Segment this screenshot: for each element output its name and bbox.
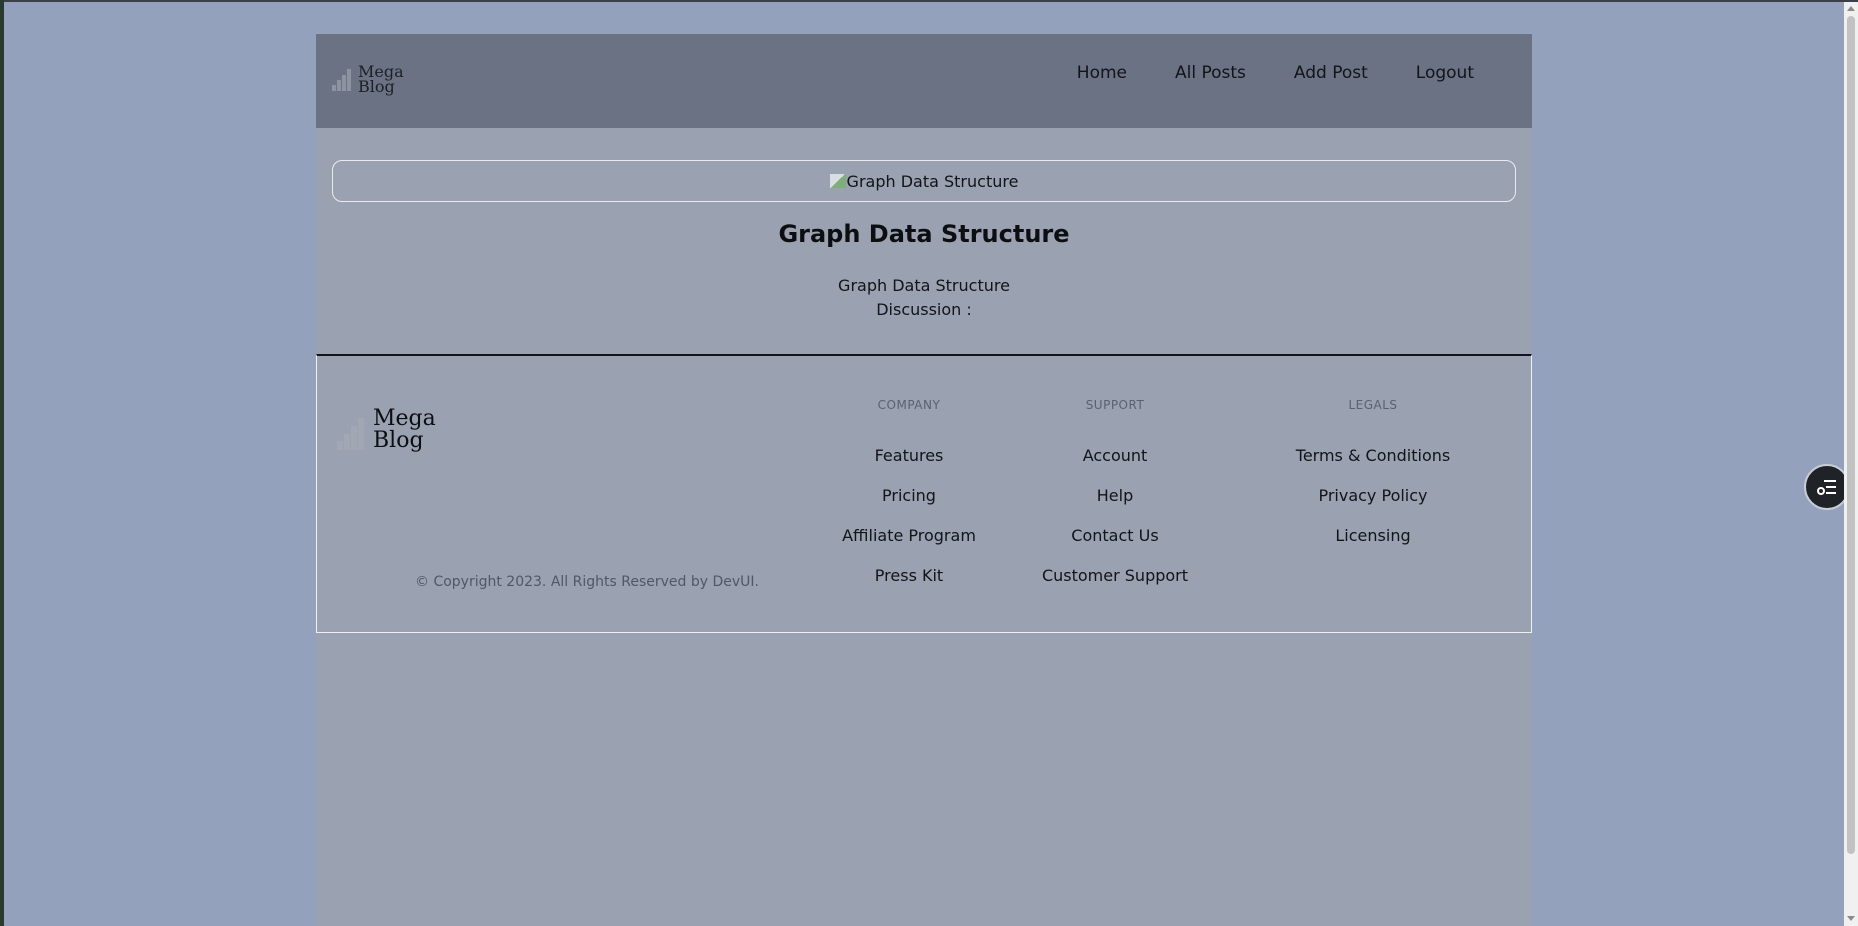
site-footer: Mega Blog © Copyright 2023. All Rights R…: [316, 354, 1532, 633]
copyright-text: © Copyright 2023. All Rights Reserved by…: [415, 574, 759, 590]
footer-link-customer-support[interactable]: Customer Support: [1027, 566, 1203, 606]
footer-column-support: SUPPORT Account Help Contact Us Customer…: [1027, 398, 1203, 606]
scroll-up-icon[interactable]: [1847, 6, 1855, 11]
nav-all-posts[interactable]: All Posts: [1151, 55, 1270, 91]
logo-text: Mega Blog: [358, 62, 404, 96]
list-settings-icon: [1817, 480, 1836, 495]
footer-logo[interactable]: Mega Blog: [337, 408, 436, 452]
footer-link-help[interactable]: Help: [1027, 486, 1203, 526]
nav-logout[interactable]: Logout: [1392, 55, 1498, 91]
post-image: Graph Data Structure: [332, 160, 1516, 202]
window-left-edge: [0, 0, 4, 926]
main-nav: Home All Posts Add Post Logout: [1053, 55, 1498, 91]
logo-bars-icon: [332, 67, 354, 91]
scrollbar-thumb[interactable]: [1847, 16, 1855, 854]
post-title: Graph Data Structure: [778, 220, 1070, 248]
nav-home[interactable]: Home: [1053, 55, 1151, 91]
footer-link-privacy-policy[interactable]: Privacy Policy: [1275, 486, 1471, 526]
footer-link-account[interactable]: Account: [1027, 446, 1203, 486]
footer-heading-support: SUPPORT: [1085, 398, 1145, 412]
post-body: Graph Data Structure Discussion :: [316, 274, 1532, 322]
scroll-down-icon[interactable]: [1847, 916, 1855, 921]
post-image-alt: Graph Data Structure: [846, 171, 1019, 191]
post-body-text: Graph Data Structure: [838, 276, 1010, 295]
post-content: Graph Data Structure Graph Data Structur…: [316, 128, 1532, 388]
vertical-scrollbar[interactable]: [1844, 2, 1858, 926]
page-container: Mega Blog Home All Posts Add Post Logout…: [316, 34, 1532, 926]
footer-link-press-kit[interactable]: Press Kit: [831, 566, 987, 606]
site-logo[interactable]: Mega Blog: [332, 62, 404, 96]
broken-image-icon: [829, 174, 846, 188]
footer-link-features[interactable]: Features: [831, 446, 987, 486]
footer-link-contact-us[interactable]: Contact Us: [1027, 526, 1203, 566]
footer-logo-text: Mega Blog: [373, 406, 436, 453]
footer-link-pricing[interactable]: Pricing: [831, 486, 987, 526]
footer-heading-company: COMPANY: [877, 398, 941, 412]
footer-column-company: COMPANY Features Pricing Affiliate Progr…: [831, 398, 987, 606]
footer-logo-bars-icon: [337, 410, 373, 450]
footer-column-legals: LEGALS Terms & Conditions Privacy Policy…: [1275, 398, 1471, 566]
post-discussion-label: Discussion :: [876, 300, 972, 319]
footer-heading-legals: LEGALS: [1348, 398, 1398, 412]
window-top-edge: [0, 0, 1858, 2]
footer-link-terms[interactable]: Terms & Conditions: [1275, 446, 1471, 486]
site-header: Mega Blog Home All Posts Add Post Logout: [316, 34, 1532, 128]
footer-link-licensing[interactable]: Licensing: [1275, 526, 1471, 566]
nav-add-post[interactable]: Add Post: [1270, 55, 1392, 91]
footer-link-affiliate-program[interactable]: Affiliate Program: [831, 526, 987, 566]
